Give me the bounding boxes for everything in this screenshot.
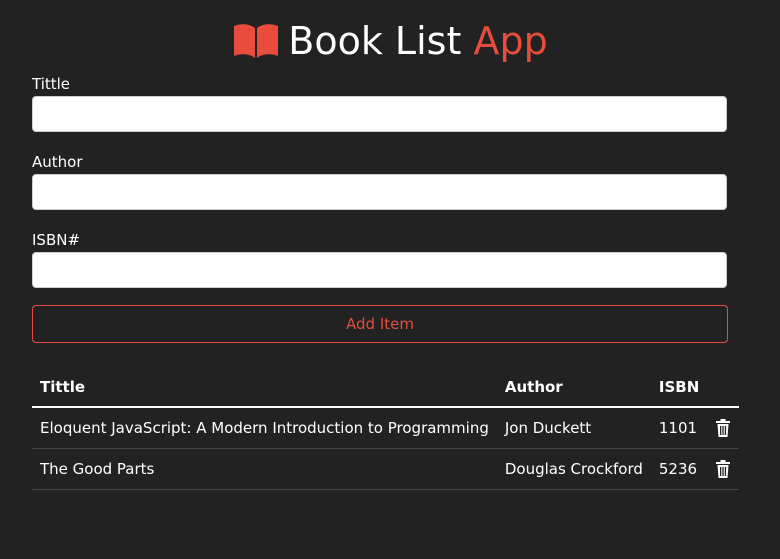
header-actions bbox=[707, 368, 740, 408]
app-title: Book List App bbox=[288, 17, 547, 65]
trash-icon[interactable] bbox=[715, 419, 731, 438]
book-title-cell: Eloquent JavaScript: A Modern Introducti… bbox=[32, 407, 497, 449]
isbn-input[interactable] bbox=[32, 252, 727, 288]
book-title-cell: The Good Parts bbox=[32, 448, 497, 490]
app-title-accent: App bbox=[473, 19, 548, 63]
add-item-button[interactable]: Add Item bbox=[32, 305, 728, 343]
delete-cell bbox=[707, 407, 740, 449]
book-isbn-cell: 1101 bbox=[650, 407, 708, 449]
table-header-row: Tittle Author ISBN bbox=[32, 368, 740, 408]
table-row: The Good Parts Douglas Crockford 5236 bbox=[32, 448, 740, 490]
book-isbn-cell: 5236 bbox=[650, 448, 708, 490]
open-book-icon bbox=[234, 24, 279, 58]
header-author: Author bbox=[496, 368, 651, 408]
isbn-label: ISBN# bbox=[32, 231, 81, 249]
delete-cell bbox=[707, 448, 740, 490]
book-author-cell: Douglas Crockford bbox=[496, 448, 651, 490]
author-label: Author bbox=[32, 153, 83, 171]
trash-icon[interactable] bbox=[715, 460, 731, 479]
header-isbn: ISBN bbox=[650, 368, 708, 408]
title-label: Tittle bbox=[32, 75, 71, 93]
title-input[interactable] bbox=[32, 96, 727, 132]
app-title-main: Book List bbox=[288, 19, 462, 63]
book-author-cell: Jon Duckett bbox=[496, 407, 651, 449]
book-table: Tittle Author ISBN Eloquent JavaScript: … bbox=[32, 368, 740, 490]
app-header: Book List App bbox=[0, 16, 780, 66]
author-input[interactable] bbox=[32, 174, 727, 210]
table-row: Eloquent JavaScript: A Modern Introducti… bbox=[32, 407, 740, 449]
header-title: Tittle bbox=[32, 368, 497, 408]
